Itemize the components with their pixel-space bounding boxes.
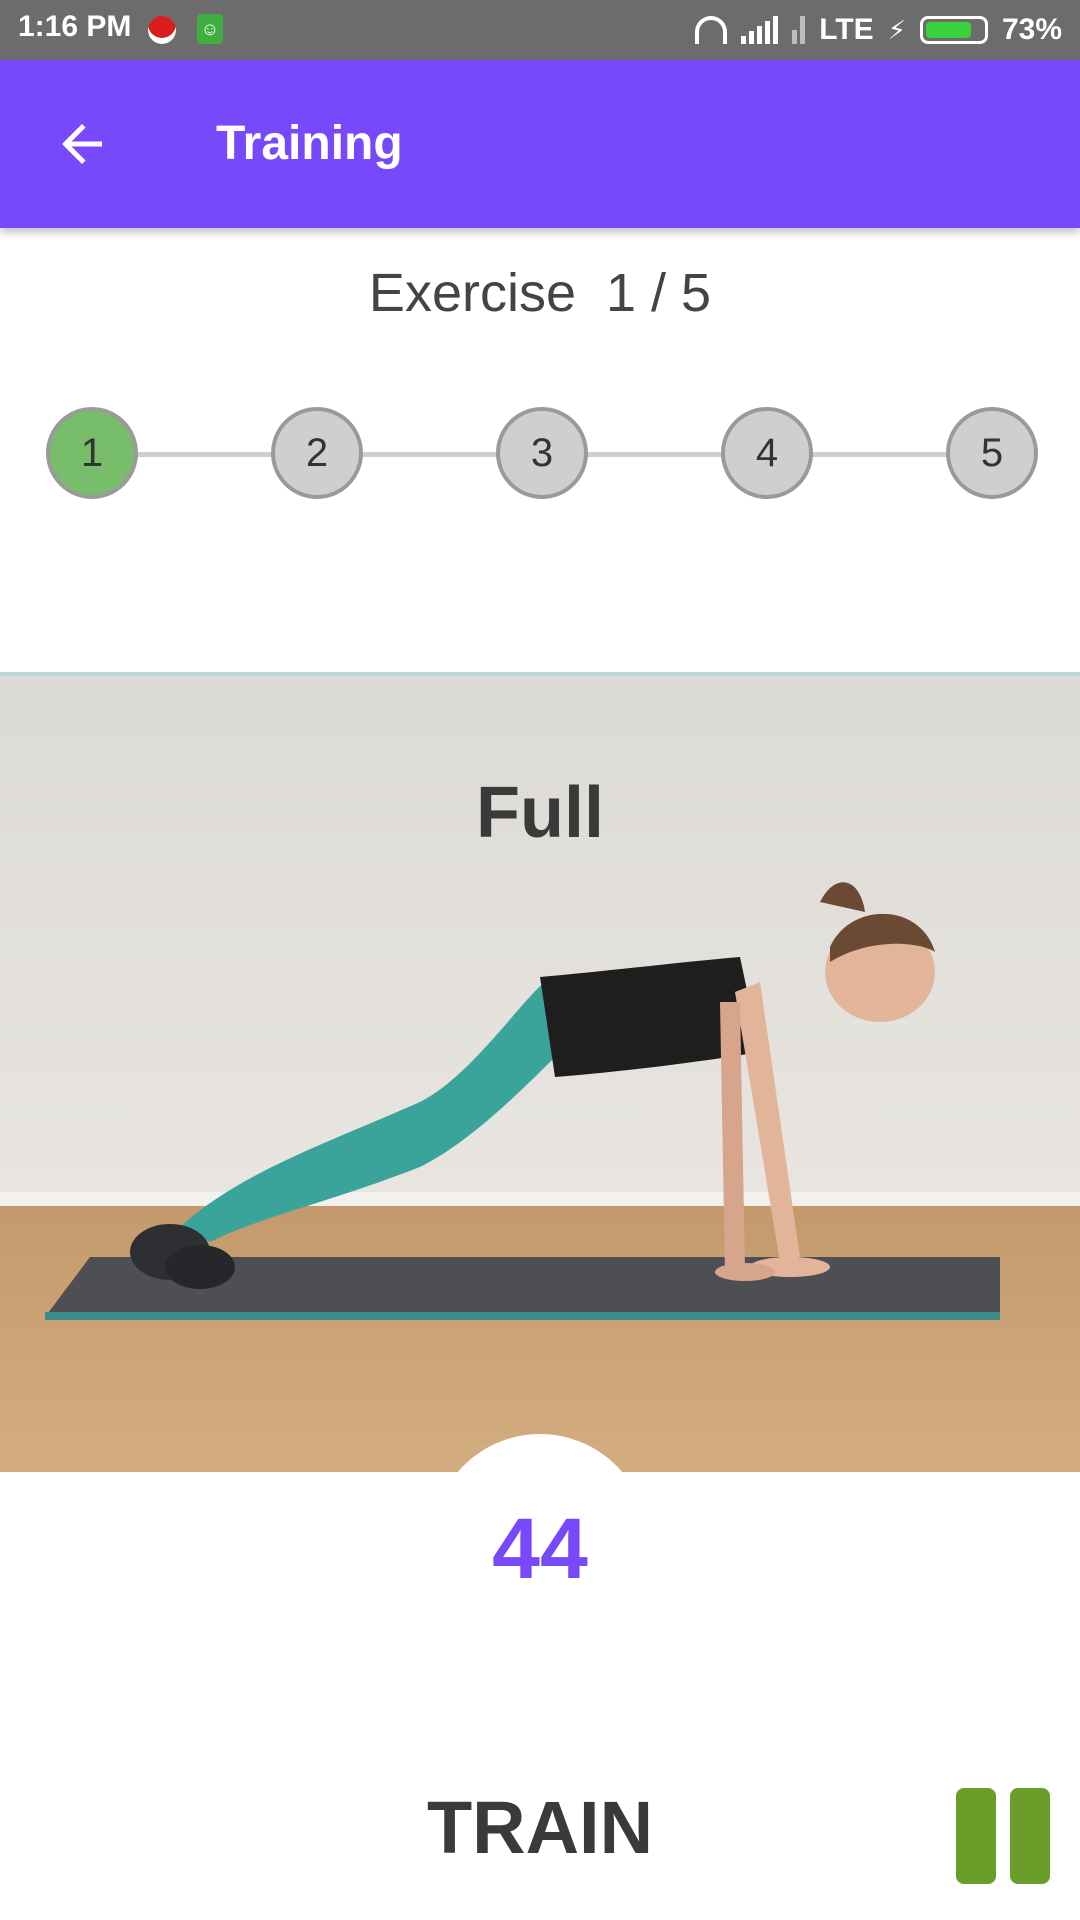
battery-icon <box>919 16 988 44</box>
step-4: 4 <box>721 407 813 499</box>
app-bar: Training <box>0 60 1080 228</box>
screen-record-icon <box>148 16 176 44</box>
exercise-counter: Exercise 1 / 5 <box>0 262 1080 324</box>
status-right-cluster: LTE ⚡ 73% <box>695 8 1062 52</box>
countdown-timer: 44 <box>492 1501 588 1597</box>
status-bar: 1:16 PM ☺ LTE ⚡ 73% <box>0 0 1080 60</box>
exercise-image: Full <box>0 672 1080 1472</box>
pause-button[interactable] <box>956 1788 1050 1884</box>
network-type: LTE <box>819 13 874 46</box>
android-notification-icon: ☺ <box>197 14 223 44</box>
battery-percent: 73% <box>1001 13 1062 46</box>
status-time: 1:16 PM <box>18 10 132 43</box>
step-5: 5 <box>946 407 1038 499</box>
phase-label: TRAIN <box>426 1786 654 1869</box>
exercise-progress: 1 / 5 <box>606 263 712 323</box>
step-1: 1 <box>46 407 138 499</box>
pause-icon <box>956 1788 996 1884</box>
charging-icon: ⚡ <box>887 14 906 45</box>
step-2: 2 <box>271 407 363 499</box>
arrow-left-icon[interactable] <box>52 114 112 174</box>
page-title: Training <box>216 117 403 170</box>
pause-icon <box>1010 1788 1050 1884</box>
signal-icon <box>741 16 779 44</box>
exercise-name: Full <box>476 773 604 853</box>
exercise-label: Exercise <box>368 263 576 323</box>
step-3: 3 <box>496 407 588 499</box>
headset-icon <box>695 16 728 44</box>
signal-icon <box>792 16 806 44</box>
exercise-stepper: 1 2 3 4 5 <box>0 400 1080 500</box>
